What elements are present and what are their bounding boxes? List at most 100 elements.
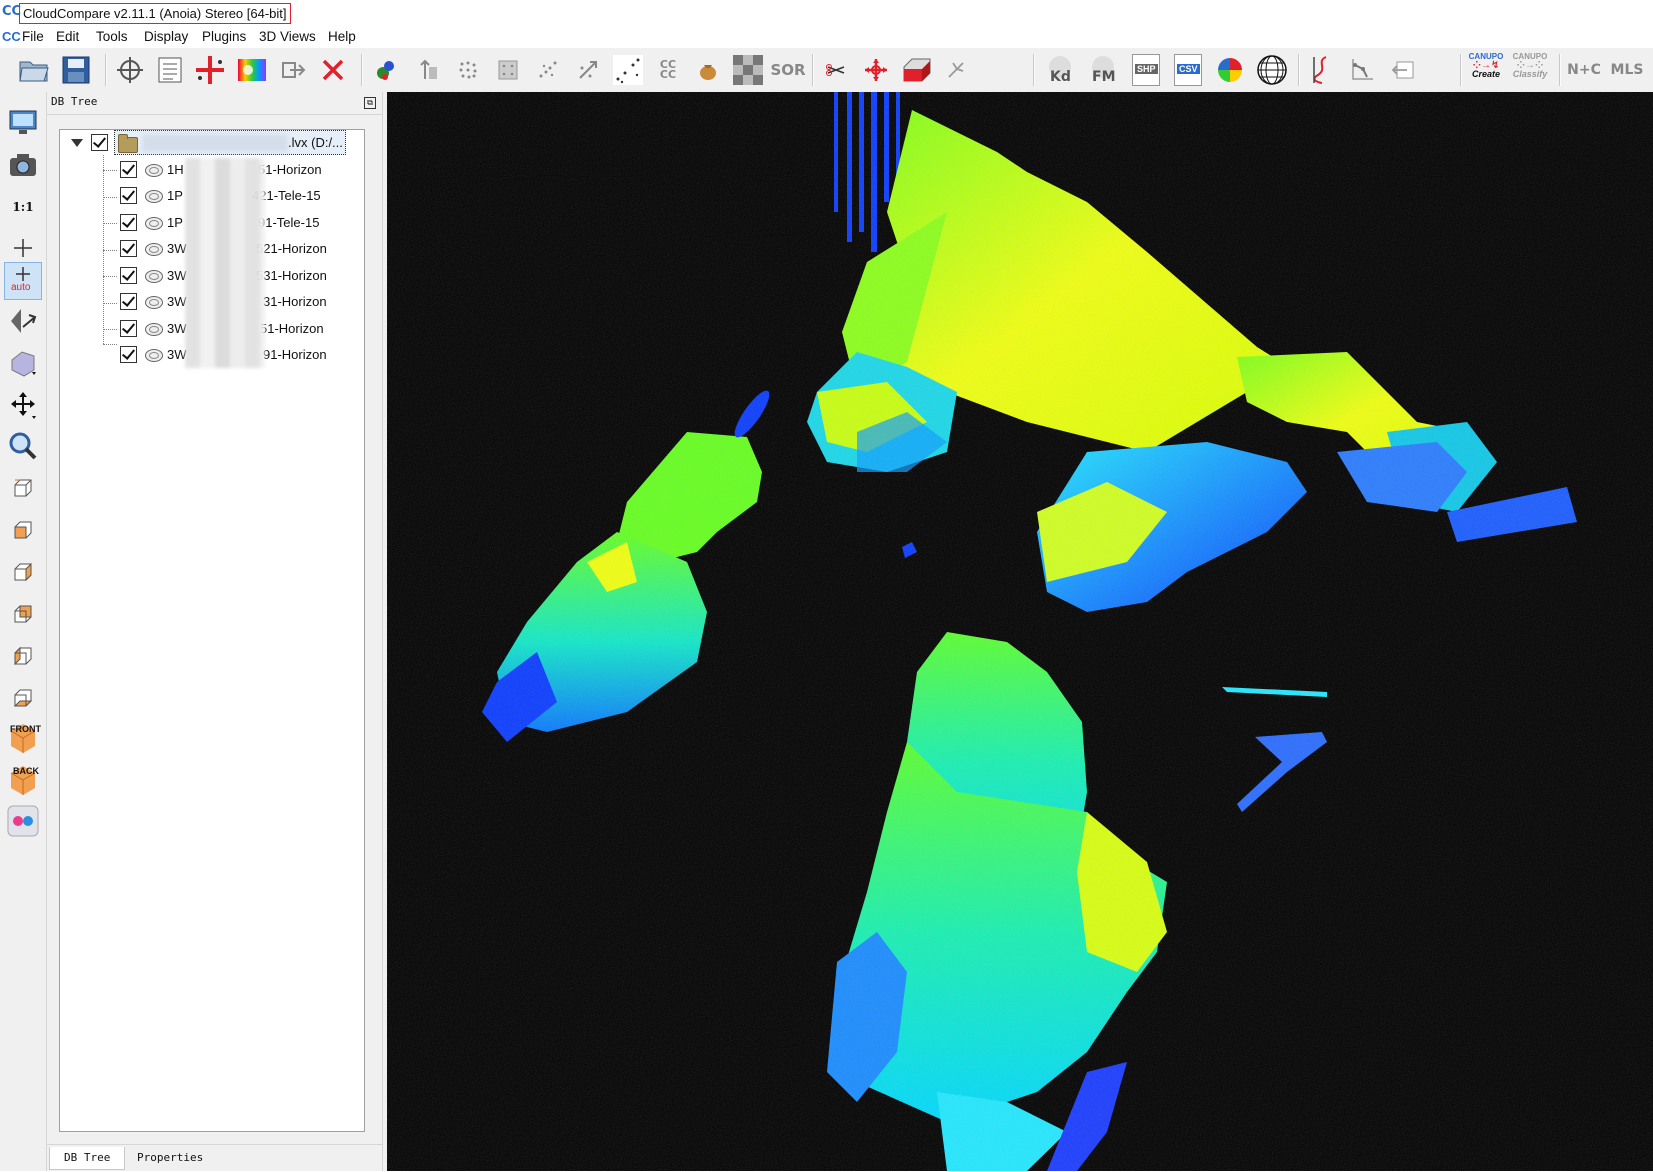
view-back-icon[interactable] xyxy=(4,595,42,633)
item-checkbox[interactable] xyxy=(120,293,137,310)
zoom-magnifier-icon[interactable] xyxy=(4,427,42,465)
cloudcompare-logo-icon: CC xyxy=(2,4,22,19)
segment-scissors-icon[interactable] xyxy=(818,52,854,88)
open-folder-icon[interactable] xyxy=(16,52,52,88)
one-to-one-zoom-button[interactable]: 1:1 xyxy=(4,188,42,226)
tree-root-row[interactable]: .lvx (D:/... xyxy=(60,130,364,156)
panel-tabs: DB Tree Properties xyxy=(47,1144,382,1172)
point-cloud-icon xyxy=(145,296,163,309)
view-front-face-icon[interactable] xyxy=(4,511,42,549)
arrow-box-icon[interactable] xyxy=(1386,52,1422,88)
root-checkbox[interactable] xyxy=(91,134,108,151)
trace-polyline-icon[interactable] xyxy=(1344,52,1380,88)
tab-db-tree[interactable]: DB Tree xyxy=(49,1147,126,1170)
db-tree-view[interactable]: .lvx (D:/... 1H 51-Horizon 1P 421-Tele-1… xyxy=(59,129,365,1132)
item-checkbox[interactable] xyxy=(120,187,137,204)
item-label-prefix: 3W xyxy=(167,241,187,256)
checkerboard-icon[interactable] xyxy=(730,52,766,88)
menu-3d-views[interactable]: 3D Views xyxy=(259,27,316,47)
move-arrows-icon[interactable] xyxy=(4,386,42,424)
view-right-icon[interactable] xyxy=(4,637,42,675)
cloudcompare-menu-icon[interactable]: CC xyxy=(2,29,21,44)
point-cloud-icon xyxy=(145,349,163,362)
3d-viewport[interactable] xyxy=(387,92,1653,1171)
menu-plugins[interactable]: Plugins xyxy=(202,27,246,47)
menu-file[interactable]: File xyxy=(22,27,44,47)
item-checkbox[interactable] xyxy=(120,240,137,257)
view-left-icon[interactable] xyxy=(4,553,42,591)
mls-smoothing-icon[interactable]: MLS xyxy=(1609,52,1645,88)
item-label-prefix: 1H xyxy=(167,162,184,177)
item-checkbox[interactable] xyxy=(120,267,137,284)
color-scale-icon[interactable] xyxy=(234,52,270,88)
color-wheel-icon[interactable] xyxy=(1212,52,1248,88)
transform-icon[interactable] xyxy=(570,52,606,88)
bag-icon[interactable] xyxy=(690,52,726,88)
item-label-suffix: 531-Horizon xyxy=(256,268,327,283)
scatter-icon[interactable] xyxy=(530,52,566,88)
merge-icon[interactable] xyxy=(368,52,404,88)
kd-tree-icon[interactable]: Kd xyxy=(1040,52,1080,88)
view-top-icon[interactable] xyxy=(4,469,42,507)
camera-icon[interactable] xyxy=(4,146,42,184)
stereo-glasses-icon[interactable] xyxy=(4,802,42,840)
translate-rotate-icon[interactable] xyxy=(858,52,894,88)
delete-icon[interactable] xyxy=(315,52,351,88)
properties-list-icon[interactable] xyxy=(152,52,188,88)
float-panel-icon[interactable]: ⧉ xyxy=(364,97,376,109)
menu-display[interactable]: Display xyxy=(144,27,188,47)
item-label-suffix: 91-Horizon xyxy=(263,347,327,362)
sor-filter-icon[interactable]: SOR xyxy=(770,52,806,88)
normals-consistency-icon[interactable]: N+C xyxy=(1566,52,1602,88)
shp-file-icon[interactable]: SHP xyxy=(1128,52,1164,88)
fm-icon[interactable]: FM xyxy=(1083,52,1123,88)
section-line-icon[interactable] xyxy=(1304,52,1340,88)
resample-icon[interactable] xyxy=(490,52,526,88)
add-point-red-cross-icon[interactable] xyxy=(192,52,228,88)
item-checkbox[interactable] xyxy=(120,214,137,231)
item-label-prefix: 3W xyxy=(167,268,187,283)
root-label: .lvx (D:/... xyxy=(288,135,343,150)
db-tree-title: DB Tree xyxy=(51,95,98,108)
subsample-icon[interactable] xyxy=(450,52,486,88)
light-cube-icon[interactable] xyxy=(4,344,42,382)
tab-properties[interactable]: Properties xyxy=(123,1147,217,1169)
item-label-suffix: 91-Tele-15 xyxy=(258,215,320,230)
auto-pivot-button[interactable]: auto xyxy=(4,262,42,300)
monitor-icon[interactable] xyxy=(4,104,42,142)
item-label-suffix: 521-Horizon xyxy=(256,241,327,256)
menu-help[interactable]: Help xyxy=(328,27,356,47)
point-cloud-icon xyxy=(145,164,163,177)
item-label-suffix: 31-Horizon xyxy=(263,294,327,309)
item-label-prefix: 3W xyxy=(167,294,187,309)
cc-compare-icon[interactable]: CC CC xyxy=(650,52,686,88)
canupo-classify-icon[interactable]: CANUPO ⁘→⁘ Classify xyxy=(1510,52,1550,88)
folder-icon xyxy=(118,134,138,153)
csv-file-icon[interactable]: CSV xyxy=(1170,52,1206,88)
align-icon[interactable] xyxy=(938,52,974,88)
back-iso-view-button[interactable]: BACK xyxy=(4,759,42,797)
globe-grid-icon[interactable] xyxy=(1254,52,1290,88)
item-checkbox[interactable] xyxy=(120,346,137,363)
menu-tools[interactable]: Tools xyxy=(96,27,128,47)
item-label-suffix: 51-Horizon xyxy=(260,321,324,336)
point-picking-icon[interactable] xyxy=(112,52,148,88)
point-cloud-icon xyxy=(145,243,163,256)
item-checkbox[interactable] xyxy=(120,161,137,178)
cross-section-box-icon[interactable] xyxy=(898,52,934,88)
point-cloud-icon xyxy=(145,323,163,336)
menu-edit[interactable]: Edit xyxy=(56,27,79,47)
main-toolbar: CC CC SOR Kd FM SHP CSV CANUPO ⁘→↯ Creat… xyxy=(0,48,1653,93)
item-label-suffix: 51-Horizon xyxy=(258,162,322,177)
canupo-create-icon[interactable]: CANUPO ⁘→↯ Create xyxy=(1466,52,1506,88)
save-icon[interactable] xyxy=(58,52,94,88)
item-checkbox[interactable] xyxy=(120,320,137,337)
front-iso-view-button[interactable]: FRONT xyxy=(4,717,42,755)
export-icon[interactable] xyxy=(275,52,311,88)
perspective-icon[interactable] xyxy=(4,302,42,340)
sparse-points-icon[interactable] xyxy=(610,52,646,88)
point-cloud-icon xyxy=(145,217,163,230)
view-bottom-icon[interactable] xyxy=(4,679,42,717)
expand-arrow-icon[interactable] xyxy=(71,139,83,147)
normals-icon[interactable] xyxy=(410,52,446,88)
